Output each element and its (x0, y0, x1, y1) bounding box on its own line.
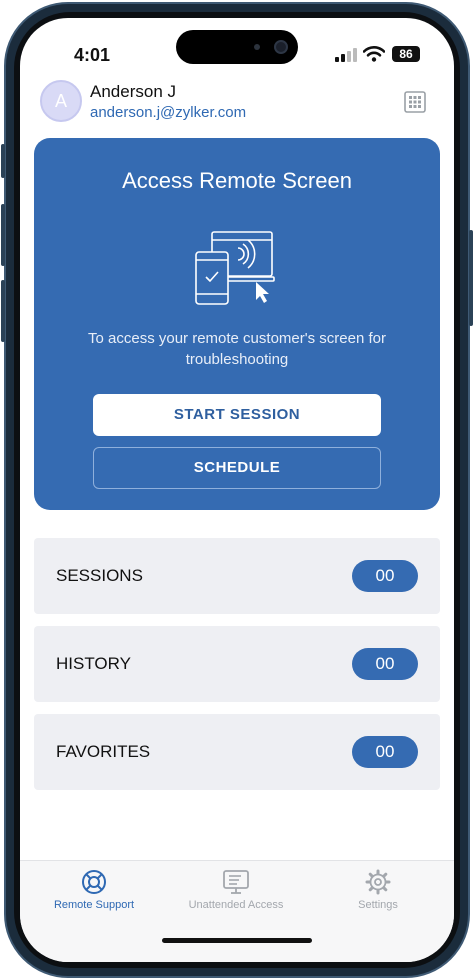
gear-icon (365, 869, 391, 895)
access-remote-card: Access Remote Screen To access your remo… (34, 138, 440, 510)
avatar[interactable]: A (40, 80, 82, 122)
remote-devices-icon (195, 231, 275, 305)
schedule-button[interactable]: SCHEDULE (93, 447, 381, 489)
action-button (1, 144, 5, 178)
tab-label: Settings (358, 899, 398, 911)
status-bar: 4:01 86 (20, 18, 454, 82)
tab-unattended-access[interactable]: Unattended Access (166, 869, 306, 911)
battery-indicator: 86 (392, 46, 420, 62)
user-email: anderson.j@zylker.com (90, 104, 247, 121)
tab-remote-support[interactable]: Remote Support (24, 869, 164, 911)
tab-label: Remote Support (53, 899, 135, 911)
status-time: 4:01 (74, 45, 111, 65)
favorites-row[interactable]: FAVORITES 00 (34, 714, 440, 790)
wifi-icon (363, 46, 385, 62)
lifebuoy-icon (82, 870, 106, 894)
volume-down-button (1, 280, 5, 342)
building-icon[interactable] (403, 90, 427, 114)
home-indicator (162, 938, 312, 943)
tab-settings[interactable]: Settings (308, 869, 448, 911)
history-row[interactable]: HISTORY 00 (34, 626, 440, 702)
start-session-button[interactable]: START SESSION (93, 394, 381, 436)
sessions-count: 00 (352, 560, 418, 592)
monitor-list-icon (223, 870, 249, 894)
user-name: Anderson J (90, 82, 176, 101)
app-screen: 4:01 86 A Anderson J anderson.j@zylker.c… (20, 18, 454, 962)
sensor-icon (254, 44, 260, 50)
card-description: To access your remote customer's screen … (88, 330, 386, 368)
user-header: A Anderson J anderson.j@zylker.com (20, 80, 454, 126)
card-title: Access Remote Screen (122, 168, 352, 193)
history-label: HISTORY (56, 654, 131, 673)
power-button (469, 230, 473, 326)
camera-icon (274, 40, 288, 54)
history-count: 00 (352, 648, 418, 680)
favorites-count: 00 (352, 736, 418, 768)
dynamic-island (176, 30, 298, 64)
sessions-label: SESSIONS (56, 566, 143, 585)
sessions-row[interactable]: SESSIONS 00 (34, 538, 440, 614)
tab-label: Unattended Access (188, 899, 284, 911)
bottom-tab-bar: Remote Support Unattended Access Setting… (20, 860, 454, 962)
favorites-label: FAVORITES (56, 742, 151, 761)
volume-up-button (1, 204, 5, 266)
cellular-signal-icon (335, 48, 357, 62)
